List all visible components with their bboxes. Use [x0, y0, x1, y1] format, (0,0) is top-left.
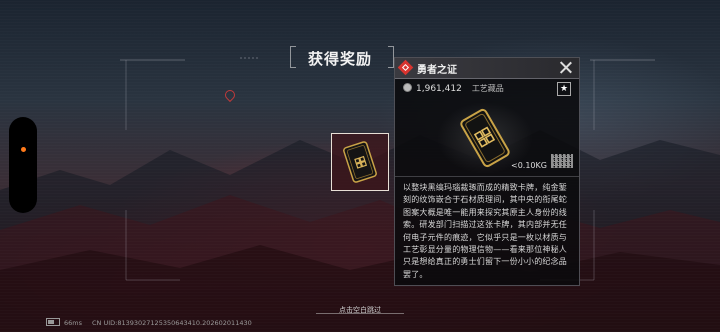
item-name: 勇者之证 — [417, 65, 457, 76]
page-title: 获得奖励 — [307, 50, 372, 68]
close-icon[interactable] — [559, 60, 573, 74]
item-weight: <0.10KG — [511, 161, 547, 170]
reward-title-frame: 获得奖励 — [290, 46, 394, 72]
reward-item-slot[interactable] — [331, 133, 389, 191]
item-price: 1,961,412 — [416, 84, 462, 94]
battery-icon — [46, 318, 60, 326]
inventory-size-grid-icon — [551, 154, 573, 168]
rarity-badge-icon — [397, 59, 414, 76]
card-token-icon — [343, 141, 377, 183]
item-description: 以整块黑缟玛瑙裁琢而成的精致卡牌，纯金錾刻的纹饰嵌合于石材质理间，其中央的衔尾蛇… — [403, 183, 567, 279]
price-row: 1,961,412 工艺藏品 — [403, 83, 504, 94]
hint-underline — [316, 313, 404, 314]
latency-text: 66ms — [64, 319, 82, 327]
favorite-star-icon[interactable]: ★ — [557, 82, 571, 96]
status-bar: 66ms CN UID:81393027125350643410.20260201… — [46, 318, 252, 327]
item-tooltip: 勇者之证 1,961,412 工艺藏品 ★ <0.10KG 以整块黑缟玛瑙裁琢而成… — [394, 57, 580, 286]
tooltip-divider — [395, 176, 579, 177]
uid-text: CN UID:81393027125350643410.202602011430 — [92, 319, 252, 327]
left-side-tab[interactable] — [9, 117, 37, 213]
notification-dot-icon — [21, 147, 26, 152]
coin-icon — [403, 83, 412, 92]
tooltip-header: 勇者之证 — [395, 58, 579, 79]
item-category: 工艺藏品 — [471, 84, 504, 93]
